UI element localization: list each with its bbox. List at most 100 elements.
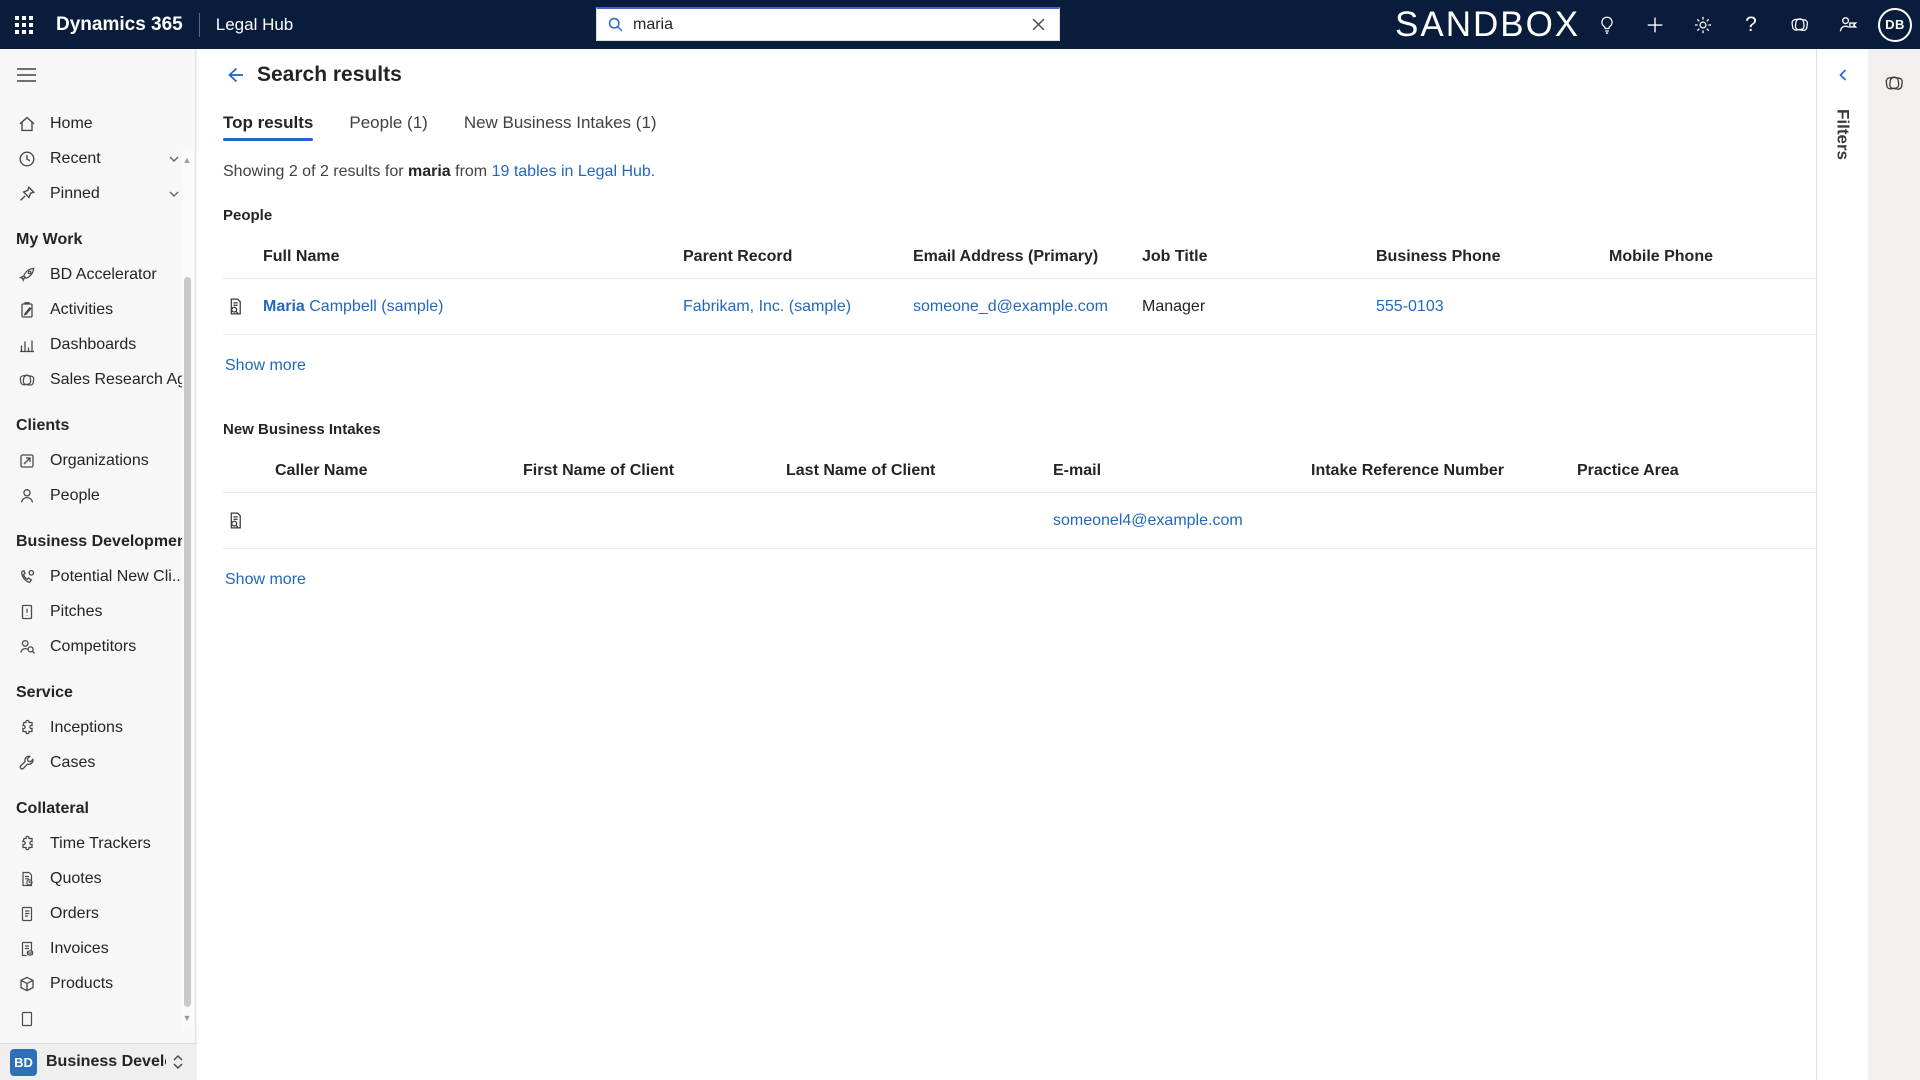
rocket-icon (16, 264, 38, 286)
sidebar-item-people[interactable]: People (0, 478, 195, 513)
intakes-show-more-link[interactable]: Show more (225, 571, 306, 589)
search-term: maria (407, 163, 451, 180)
sidebar-item-quotes[interactable]: Quotes (0, 861, 195, 896)
column-header-last-name[interactable]: Last Name of Client (786, 452, 1053, 493)
global-search-box[interactable] (596, 7, 1060, 41)
cell-first-name (523, 493, 786, 549)
people-show-more-link[interactable]: Show more (225, 357, 306, 375)
area-title[interactable]: Legal Hub (216, 15, 294, 35)
tab-top-results[interactable]: Top results (223, 113, 314, 141)
scroll-up-icon[interactable]: ▲ (182, 155, 192, 165)
matched-term: Maria (263, 297, 305, 315)
area-switcher[interactable]: BD Business Develop... (0, 1043, 196, 1080)
cell-email: someone_d@example.com (913, 279, 1142, 335)
sidebar-item-bd-accelerator[interactable]: BD Accelerator (0, 257, 195, 292)
contact-link[interactable]: Maria Campbell (sample) (263, 298, 444, 316)
sidebar-item-organizations[interactable]: Organizations (0, 443, 195, 478)
feedback-person-icon[interactable] (1828, 6, 1866, 44)
filters-panel-label[interactable]: Filters (1833, 109, 1853, 160)
results-summary-middle: from (450, 163, 492, 180)
column-header-first-name[interactable]: First Name of Client (523, 452, 786, 493)
clear-search-icon[interactable] (1028, 14, 1049, 35)
column-header-intake-reference[interactable]: Intake Reference Number (1311, 452, 1577, 493)
sidebar-item-recent[interactable]: Recent (0, 141, 195, 176)
intakes-section-label: New Business Intakes (223, 421, 381, 438)
home-icon (16, 113, 38, 135)
cell-caller-name (275, 493, 523, 549)
filters-panel-collapsed: Filters (1816, 49, 1868, 1080)
scroll-down-icon[interactable]: ▼ (182, 1013, 192, 1023)
cell-job-title: Manager (1142, 279, 1376, 335)
intakes-table: Caller Name First Name of Client Last Na… (223, 452, 1817, 549)
copilot-icon (16, 369, 38, 391)
chevron-down-icon[interactable] (167, 187, 181, 201)
results-summary-prefix: Showing 2 of 2 results for (223, 163, 408, 180)
avatar[interactable]: DB (1876, 6, 1914, 44)
phone-link[interactable]: 555-0103 (1376, 298, 1444, 316)
people-table: Full Name Parent Record Email Address (P… (223, 238, 1817, 335)
email-link[interactable]: someonel4@example.com (1053, 512, 1243, 530)
column-header-full-name[interactable]: Full Name (263, 238, 683, 279)
gear-icon[interactable] (1684, 6, 1722, 44)
copilot-icon[interactable] (1868, 49, 1920, 95)
chevron-down-icon[interactable] (167, 152, 181, 166)
sidebar-item-orders[interactable]: Orders (0, 896, 195, 931)
cell-mobile-phone (1609, 279, 1817, 335)
column-header-job-title[interactable]: Job Title (1142, 238, 1376, 279)
page-title: Search results (257, 63, 402, 86)
sidebar-item-pitches[interactable]: Pitches (0, 594, 195, 629)
sidebar-item-time-trackers[interactable]: Time Trackers (0, 826, 195, 861)
collapse-sitemap-icon[interactable] (0, 49, 195, 94)
sidebar-item-home[interactable]: Home (0, 106, 195, 141)
environment-badge: SANDBOX (1395, 5, 1581, 44)
sidebar-item-activities[interactable]: Activities (0, 292, 195, 327)
app-title[interactable]: Dynamics 365 (56, 14, 183, 36)
document-coins-icon (16, 938, 38, 960)
cell-business-phone: 555-0103 (1376, 279, 1609, 335)
people-section-label: People (223, 207, 273, 224)
lightbulb-icon[interactable] (1588, 6, 1626, 44)
copilot-icon[interactable] (1780, 6, 1818, 44)
clipboard-icon (16, 299, 38, 321)
sidebar-section-collateral: Collateral (16, 800, 89, 817)
column-header-email[interactable]: E-mail (1053, 452, 1311, 493)
results-summary: Showing 2 of 2 results for maria from 19… (223, 163, 1816, 181)
plus-icon[interactable] (1636, 6, 1674, 44)
column-header-parent-record[interactable]: Parent Record (683, 238, 913, 279)
sidebar-item-sales-research-agent[interactable]: Sales Research Ag... (0, 362, 195, 397)
waffle-menu-icon[interactable] (0, 0, 48, 49)
sidebar-item-invoices[interactable]: Invoices (0, 931, 195, 966)
area-switcher-label: Business Develop... (46, 1053, 166, 1070)
sidebar-item-clipped[interactable] (0, 1001, 195, 1036)
tab-people[interactable]: People (1) (349, 113, 427, 141)
sidebar-item-pinned[interactable]: Pinned (0, 176, 195, 211)
parent-record-link[interactable]: Fabrikam, Inc. (sample) (683, 298, 851, 316)
sidebar-item-products[interactable]: Products (0, 966, 195, 1001)
column-header-mobile-phone[interactable]: Mobile Phone (1609, 238, 1817, 279)
sidebar-scrollbar[interactable]: ▲ ▼ (182, 149, 194, 1029)
person-search-icon (16, 636, 38, 658)
cell-last-name (786, 493, 1053, 549)
puzzle-icon (16, 717, 38, 739)
sidebar-item-dashboards[interactable]: Dashboards (0, 327, 195, 362)
clock-icon (16, 148, 38, 170)
tab-new-business-intakes[interactable]: New Business Intakes (1) (464, 113, 657, 141)
help-icon[interactable]: ? (1732, 6, 1770, 44)
tables-link[interactable]: 19 tables in Legal Hub. (492, 163, 656, 180)
sidebar-section-business-development: Business Development (16, 533, 193, 550)
email-link[interactable]: someone_d@example.com (913, 298, 1108, 316)
sidebar-item-cases[interactable]: Cases (0, 745, 195, 780)
sidebar-item-inceptions[interactable]: Inceptions (0, 710, 195, 745)
back-arrow-icon[interactable] (223, 64, 245, 86)
expand-filters-chevron-icon[interactable] (1817, 49, 1868, 83)
sidebar-item-competitors[interactable]: Competitors (0, 629, 195, 664)
sidebar-item-potential-new-clients[interactable]: Potential New Cli... (0, 559, 195, 594)
scrollbar-thumb[interactable] (184, 277, 191, 1007)
column-header-practice-area[interactable]: Practice Area (1577, 452, 1817, 493)
search-input[interactable] (633, 15, 1028, 34)
column-header-email[interactable]: Email Address (Primary) (913, 238, 1142, 279)
column-header-business-phone[interactable]: Business Phone (1376, 238, 1609, 279)
column-header-caller-name[interactable]: Caller Name (275, 452, 523, 493)
result-tabs: Top results People (1) New Business Inta… (223, 113, 1816, 141)
sidebar-section-service: Service (16, 684, 73, 701)
